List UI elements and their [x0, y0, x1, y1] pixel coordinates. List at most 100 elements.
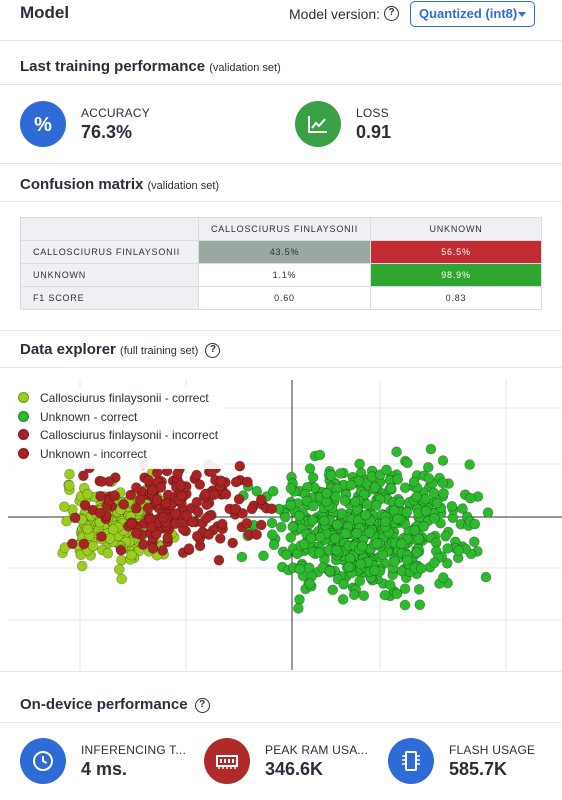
divider [0, 201, 562, 202]
model-header: Model Model version: ? Quantized (int8) [0, 0, 562, 40]
scatter-point-unknown-correct [285, 532, 297, 543]
scatter-point-incorrect [191, 469, 202, 481]
scatter-point-incorrect [125, 489, 136, 501]
scatter-point-incorrect [220, 489, 232, 500]
scatter-point-unknown-correct [401, 554, 413, 566]
scatter-point-unknown-correct [285, 483, 297, 494]
training-performance-title: Last training performance (validation se… [20, 58, 281, 75]
ram-chip-icon [204, 738, 250, 784]
scatter-point-incorrect [109, 490, 120, 501]
scatter-point-incorrect [95, 490, 106, 502]
help-icon[interactable]: ? [194, 697, 210, 713]
scatter-point-unknown-correct [345, 479, 357, 491]
scatter-point-incorrect [94, 507, 106, 519]
scatter-point-unknown-correct [358, 590, 370, 601]
scatter-point-unknown-correct [313, 547, 325, 558]
scatter-point-unknown-correct [437, 572, 449, 583]
scatter-point-unknown-correct [380, 516, 391, 528]
scatter-point-incorrect [162, 532, 173, 543]
legend-item: Callosciurus finlaysonii - correct [18, 391, 218, 410]
scatter-point-unknown-correct [446, 501, 458, 512]
table-row: CALLOSCIURUS FINLAYSONII 43.5% 56.5% [20, 240, 542, 264]
matrix-cell: 43.5% [198, 240, 371, 264]
peak-ram-value: 346.6K [265, 759, 324, 779]
on-device-performance-title: On-device performance ? [20, 696, 210, 713]
scatter-point-unknown-correct [354, 575, 366, 587]
scatter-point-unknown-correct [266, 517, 278, 529]
scatter-point-unknown-correct [442, 543, 453, 554]
legend-label: Unknown - correct [40, 409, 138, 424]
scatter-point-incorrect [176, 490, 187, 502]
table-row: F1 SCORE 0.60 0.83 [20, 286, 542, 310]
row-header: UNKNOWN [20, 263, 199, 287]
scatter-point-incorrect [147, 484, 158, 496]
scatter-point-unknown-correct [469, 518, 481, 530]
scatter-point-unknown-correct [294, 594, 305, 605]
legend-dot [18, 447, 29, 459]
scatter-point-incorrect [78, 538, 90, 550]
legend-dot [18, 410, 29, 422]
scatter-point-unknown-correct [418, 521, 430, 532]
scatter-point-unknown-correct [369, 565, 381, 576]
scatter-point-unknown-correct [440, 531, 451, 542]
scatter-point-incorrect [234, 460, 246, 472]
divider [0, 722, 562, 723]
scatter-point-unknown-correct [266, 529, 278, 540]
scatter-point-unknown-correct [413, 584, 425, 595]
scatter-point-incorrect [115, 544, 127, 556]
scatter-point-incorrect [131, 528, 142, 539]
model-version-dropdown[interactable]: Quantized (int8) [410, 1, 535, 27]
scatter-point-incorrect [201, 512, 213, 524]
legend-label: Callosciurus finlaysonii - correct [40, 391, 209, 405]
scatter-point-incorrect [229, 503, 241, 515]
help-icon[interactable]: ? [205, 342, 221, 358]
scatter-point-unknown-correct [414, 599, 426, 611]
scatter-point-incorrect [146, 521, 157, 533]
legend-item: Callosciurus finlaysonii - incorrect [18, 428, 218, 447]
help-icon[interactable]: ? [384, 6, 399, 21]
scatter-point-unknown-correct [370, 500, 382, 511]
scatter-point-incorrect [172, 468, 183, 480]
scatter-point-unknown-correct [348, 589, 360, 600]
scatter-point-incorrect [170, 518, 181, 530]
scatter-point-incorrect [142, 502, 154, 514]
page-title: Model [20, 3, 70, 22]
scatter-point-unknown-correct [420, 493, 431, 505]
matrix-cell: 0.60 [198, 286, 371, 310]
scatter-point-callosciurus-correct [82, 489, 93, 500]
scatter-point-unknown-correct [411, 546, 423, 558]
legend-label: Unknown - incorrect [40, 446, 147, 461]
scatter-point-unknown-correct [423, 473, 435, 484]
scatter-point-unknown-correct [416, 563, 427, 574]
scatter-point-callosciurus-correct [108, 524, 119, 535]
scatter-point-unknown-correct [381, 464, 392, 476]
caret-down-icon [518, 12, 526, 17]
scatter-point-unknown-correct [457, 503, 468, 514]
row-header: F1 SCORE [20, 286, 199, 310]
scatter-point-incorrect [242, 476, 253, 488]
legend-dot [18, 429, 29, 440]
scatter-point-unknown-correct [396, 538, 407, 549]
peak-ram-label: PEAK RAM USA... [265, 743, 369, 757]
chart-legend: Callosciurus finlaysonii - correct Unkno… [10, 387, 225, 469]
scatter-point-unknown-correct [399, 482, 411, 493]
scatter-point-unknown-correct [431, 497, 443, 509]
scatter-point-unknown-correct [268, 539, 280, 551]
confusion-matrix-table: CALLOSCIURUS FINLAYSONII UNKNOWN CALLOSC… [20, 217, 542, 310]
scatter-point-unknown-correct [391, 446, 402, 458]
scatter-point-unknown-correct [402, 457, 413, 469]
scatter-point-unknown-correct [281, 549, 292, 561]
scatter-point-unknown-correct [453, 545, 464, 556]
scatter-point-unknown-correct [304, 578, 316, 589]
scatter-point-unknown-correct [324, 565, 336, 577]
scatter-point-unknown-correct [321, 488, 333, 499]
divider [0, 330, 562, 331]
scatter-point-incorrect [158, 512, 169, 523]
flash-chip-icon [388, 738, 434, 784]
scatter-point-unknown-correct [399, 599, 411, 611]
scatter-point-unknown-correct [361, 499, 373, 510]
scatter-point-incorrect [96, 531, 107, 542]
trend-chart-icon [295, 101, 341, 147]
scatter-point-incorrect [192, 506, 204, 518]
scatter-point-unknown-correct [429, 513, 440, 524]
